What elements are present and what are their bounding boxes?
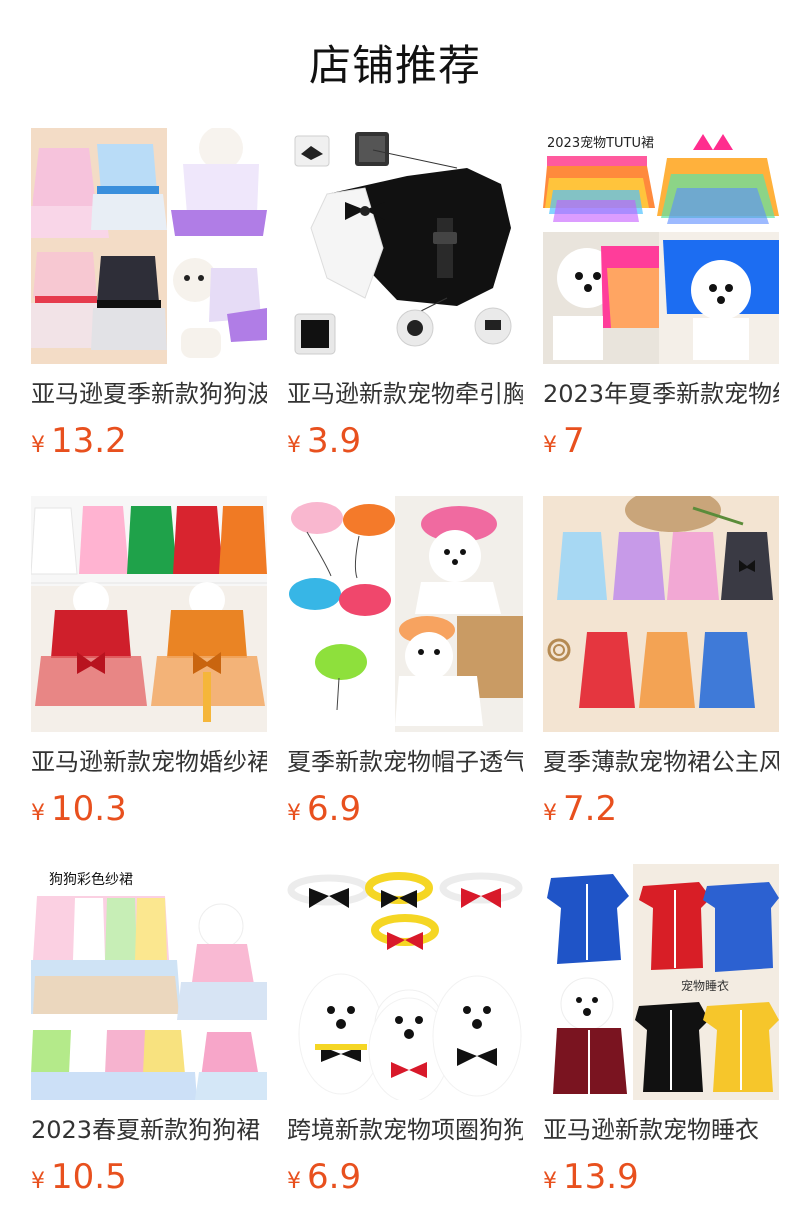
product-image[interactable] [31, 496, 267, 732]
image-caption: 狗狗彩色纱裙 [49, 871, 133, 888]
product-price: ¥3.9 [287, 418, 523, 464]
product-title[interactable]: 夏季薄款宠物裙公主风 [543, 744, 779, 780]
product-card[interactable]: 狗狗彩色纱裙 2023春夏新款狗狗裙 ¥ 10.5 [31, 864, 267, 1232]
product-price: ¥13.9 [543, 1154, 779, 1200]
product-title[interactable]: 亚马逊夏季新款狗狗波点裙 [31, 376, 267, 412]
product-title[interactable]: 亚马逊新款宠物睡衣 [543, 1112, 779, 1148]
product-price: ¥7 [543, 418, 779, 464]
product-card[interactable]: 亚马逊新款宠物婚纱裙 ¥10.3 [31, 496, 267, 864]
price-value: 10.3 [51, 789, 127, 829]
dog-dress-polka-dot-image [31, 128, 267, 364]
dog-wedding-dress-image [31, 496, 267, 732]
currency-symbol: ¥ [31, 801, 45, 826]
currency-symbol: ¥ [543, 1169, 557, 1194]
price-value: 6.9 [307, 789, 362, 829]
price-value: 10.5 [51, 1157, 127, 1197]
product-title[interactable]: 2023年夏季新款宠物纱裙 [543, 376, 779, 412]
price-value: 6.9 [307, 1157, 362, 1197]
currency-symbol: ¥ [543, 433, 557, 458]
product-image[interactable]: 狗狗彩色纱裙 [31, 864, 267, 1100]
currency-symbol: ¥ [287, 1169, 301, 1194]
dog-sun-hat-image [287, 496, 523, 732]
product-title[interactable]: 亚马逊新款宠物婚纱裙 [31, 744, 267, 780]
product-title[interactable]: 夏季新款宠物帽子透气 [287, 744, 523, 780]
currency-symbol: ¥ [31, 433, 45, 458]
dog-colorful-tutu-image: 狗狗彩色纱裙 [31, 864, 267, 1100]
dog-tuxedo-harness-image [287, 128, 523, 364]
product-card[interactable]: 亚马逊夏季新款狗狗波点裙 ¥13.2 [31, 128, 267, 496]
product-card[interactable]: 跨境新款宠物项圈狗狗领结 ¥6.9 [287, 864, 523, 1232]
product-image[interactable] [287, 128, 523, 364]
product-image[interactable] [31, 128, 267, 364]
image-caption: 宠物睡衣 [681, 978, 729, 993]
product-image[interactable] [543, 496, 779, 732]
price-value: 13.2 [51, 421, 127, 461]
price-value: 3.9 [307, 421, 362, 461]
product-grid: 亚马逊夏季新款狗狗波点裙 ¥13.2 [31, 128, 781, 1232]
product-price: ¥10.5 [31, 1154, 267, 1200]
image-caption: 2023宠物TUTU裙 [547, 135, 654, 151]
price-value: 7.2 [563, 789, 618, 829]
product-card[interactable]: 宠物睡衣 亚马逊新款宠物睡衣 ¥13.9 [543, 864, 779, 1232]
product-image[interactable]: 2023宠物TUTU裙 [543, 128, 779, 364]
currency-symbol: ¥ [287, 801, 301, 826]
product-image[interactable] [287, 864, 523, 1100]
currency-symbol: ¥ [31, 1169, 45, 1194]
product-card[interactable]: 夏季薄款宠物裙公主风 ¥7.2 [543, 496, 779, 864]
product-card[interactable]: 夏季新款宠物帽子透气 ¥6.9 [287, 496, 523, 864]
product-image[interactable]: 宠物睡衣 [543, 864, 779, 1100]
product-title[interactable]: 亚马逊新款宠物牵引胸背带 [287, 376, 523, 412]
product-price: ¥10.3 [31, 786, 267, 832]
page-title: 店铺推荐 [308, 41, 481, 90]
dog-rainbow-tutu-image: 2023宠物TUTU裙 [543, 128, 779, 364]
dog-plaid-dress-image [543, 496, 779, 732]
product-price: ¥6.9 [287, 1154, 523, 1200]
product-price: ¥7.2 [543, 786, 779, 832]
product-image[interactable] [287, 496, 523, 732]
product-title[interactable]: 跨境新款宠物项圈狗狗领结 [287, 1112, 523, 1148]
product-title[interactable]: 2023春夏新款狗狗裙 [31, 1112, 267, 1148]
product-card[interactable]: 亚马逊新款宠物牵引胸背带 ¥3.9 [287, 128, 523, 496]
currency-symbol: ¥ [543, 801, 557, 826]
product-price: ¥13.2 [31, 418, 267, 464]
product-card[interactable]: 2023宠物TUTU裙 2023年夏季新款宠物 ¥ 7 [543, 128, 779, 496]
dog-pajamas-image: 宠物睡衣 [543, 864, 779, 1100]
dog-bow-tie-collar-image [287, 864, 523, 1100]
currency-symbol: ¥ [287, 433, 301, 458]
product-price: ¥6.9 [287, 786, 523, 832]
price-value: 13.9 [563, 1157, 639, 1197]
price-value: 7 [563, 421, 585, 461]
